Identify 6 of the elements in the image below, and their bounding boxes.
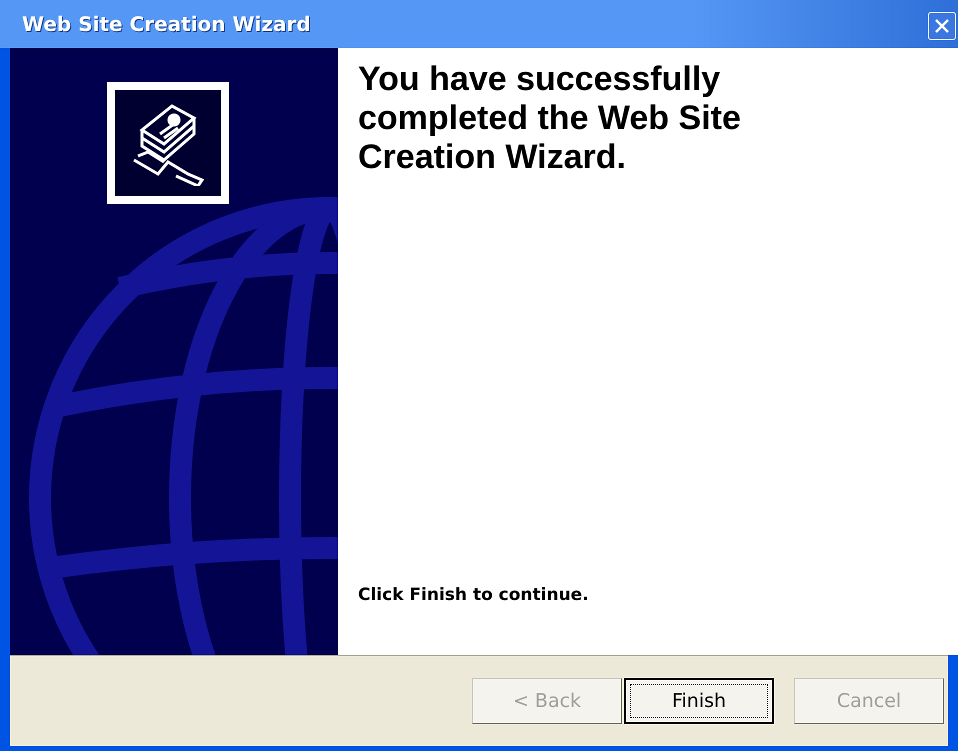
close-icon <box>933 17 951 35</box>
window-title: Web Site Creation Wizard <box>22 12 311 36</box>
wizard-button[interactable]: Finish <box>624 678 774 724</box>
instruction-text: Click Finish to continue. <box>358 585 590 605</box>
close-button[interactable] <box>928 12 956 40</box>
completion-heading: You have successfully completed the Web Site Creation Wizard. <box>358 60 742 177</box>
